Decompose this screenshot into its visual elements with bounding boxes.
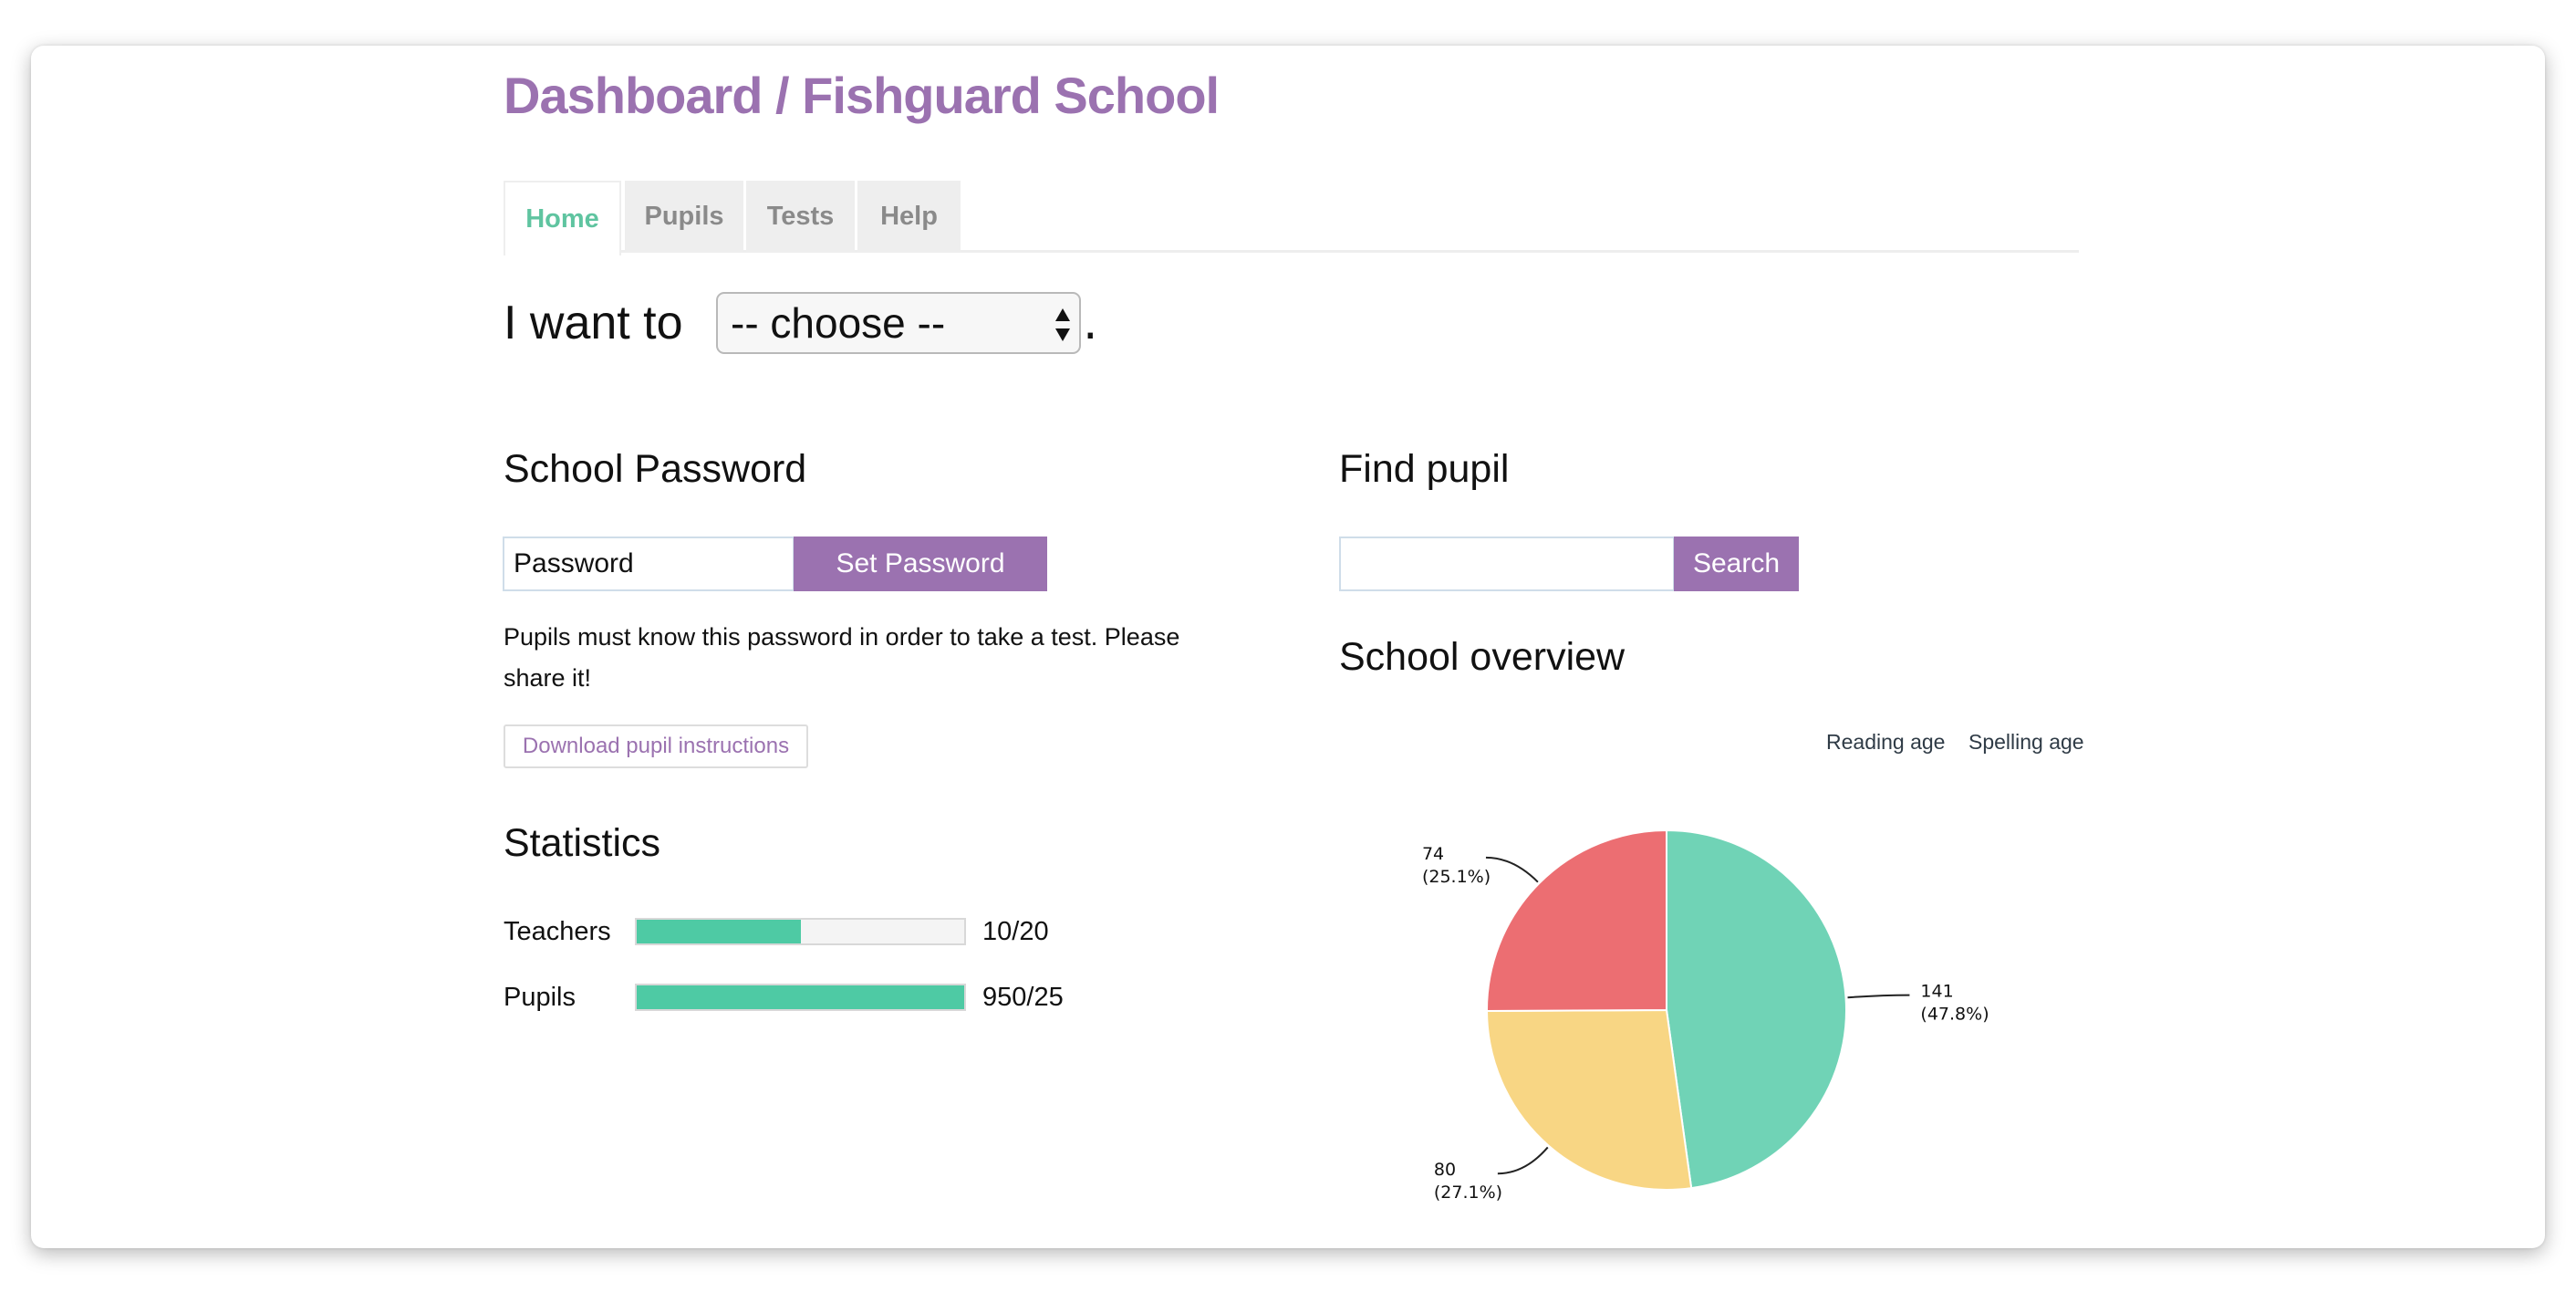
tab-home[interactable]: Home bbox=[504, 181, 621, 255]
teachers-progress-fill bbox=[637, 920, 801, 943]
statistics-heading: Statistics bbox=[504, 821, 661, 865]
pie-label-value: 141 bbox=[1920, 982, 1953, 1002]
school-overview-pie-chart: 141 (47.8%) 80 (27.1%) 74 (25.1%) bbox=[1422, 828, 1989, 1203]
pie-label-percent: (47.8%) bbox=[1920, 1005, 1989, 1025]
action-suffix: . bbox=[1083, 296, 1098, 350]
school-password-heading: School Password bbox=[504, 447, 807, 491]
password-input[interactable]: Password bbox=[503, 537, 795, 591]
action-select[interactable]: -- choose -- bbox=[716, 292, 1081, 354]
browser-window bbox=[31, 46, 2545, 1248]
pie-leader-line-80 bbox=[1497, 1146, 1549, 1175]
set-password-button[interactable]: Set Password bbox=[794, 537, 1047, 591]
pie-slice-80 bbox=[1485, 1008, 1693, 1191]
toggle-spelling-age[interactable]: Spelling age bbox=[1968, 730, 2084, 755]
stat-label-teachers: Teachers bbox=[504, 916, 611, 946]
pie-label-value: 80 bbox=[1434, 1160, 1456, 1180]
stat-value-teachers: 10/20 bbox=[982, 916, 1049, 946]
pie-label-percent: (25.1%) bbox=[1422, 867, 1491, 887]
page-title: Dashboard / Fishguard School bbox=[504, 67, 1220, 124]
action-prefix: I want to bbox=[504, 297, 683, 349]
stat-value-pupils: 950/25 bbox=[982, 982, 1064, 1012]
stat-label-pupils: Pupils bbox=[504, 982, 576, 1012]
tab-tests[interactable]: Tests bbox=[746, 181, 855, 253]
pie-leader-line-141 bbox=[1847, 994, 1910, 999]
find-pupil-heading: Find pupil bbox=[1339, 447, 1510, 491]
pupils-progress-bar bbox=[635, 984, 966, 1011]
password-help-text: Pupils must know this password in order … bbox=[504, 623, 1180, 692]
pie-label-value: 74 bbox=[1422, 844, 1444, 864]
pie-label-percent: (27.1%) bbox=[1434, 1183, 1502, 1203]
tab-help[interactable]: Help bbox=[857, 181, 961, 253]
pupils-progress-fill bbox=[637, 985, 964, 1009]
find-pupil-input[interactable] bbox=[1339, 537, 1675, 591]
download-instructions-button[interactable]: Download pupil instructions bbox=[504, 724, 808, 768]
pie-slice-74 bbox=[1485, 828, 1667, 1013]
school-overview-heading: School overview bbox=[1339, 635, 1626, 679]
pie-slice-141 bbox=[1666, 828, 1848, 1190]
pie-leader-line-74 bbox=[1485, 856, 1539, 883]
action-select-value: -- choose -- bbox=[731, 299, 946, 347]
tab-pupils[interactable]: Pupils bbox=[625, 181, 743, 253]
search-button[interactable]: Search bbox=[1674, 537, 1799, 591]
toggle-reading-age[interactable]: Reading age bbox=[1826, 730, 1945, 755]
teachers-progress-bar bbox=[635, 918, 966, 945]
select-arrows-icon bbox=[1055, 308, 1070, 341]
